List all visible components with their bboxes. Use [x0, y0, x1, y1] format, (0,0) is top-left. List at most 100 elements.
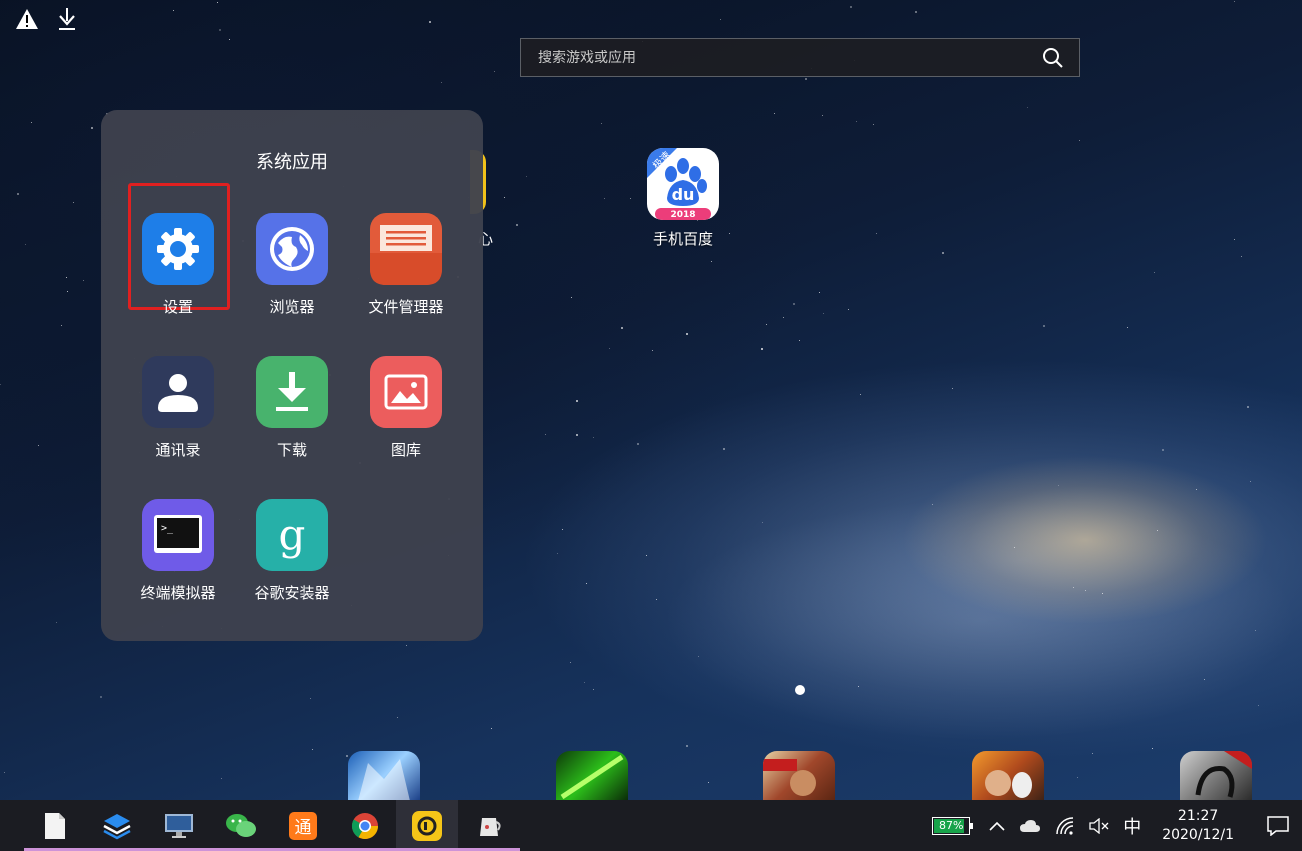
- stack-icon: [103, 813, 131, 839]
- star: [1250, 481, 1251, 482]
- star: [562, 529, 563, 530]
- dock-game-1[interactable]: [348, 751, 420, 801]
- taskbar: 通 87% 中 21:27 2020/12/1: [0, 800, 1302, 851]
- star: [1092, 753, 1093, 754]
- star: [942, 252, 944, 254]
- star: [312, 749, 313, 750]
- star: [576, 434, 578, 436]
- star: [915, 11, 917, 13]
- taskbar-app-chrome[interactable]: [334, 800, 396, 851]
- star: [873, 124, 874, 125]
- contact-icon: [142, 356, 214, 428]
- star: [1058, 485, 1059, 486]
- download-status-icon[interactable]: [54, 6, 80, 32]
- jug-icon: [480, 817, 501, 836]
- app-label: 谷歌安装器: [254, 584, 330, 602]
- app-google-installer[interactable]: g 谷歌安装器: [235, 499, 349, 603]
- warning-icon[interactable]: [14, 6, 40, 32]
- app-label: 终端模拟器: [140, 584, 216, 602]
- dock-game-3[interactable]: [763, 751, 835, 801]
- dock-game-2[interactable]: [556, 751, 628, 801]
- folder-title: 系统应用: [256, 152, 328, 173]
- star: [494, 71, 495, 72]
- app-label: 设置: [162, 298, 193, 316]
- star: [850, 6, 852, 8]
- star: [557, 553, 558, 554]
- star: [0, 384, 1, 385]
- cloud-icon[interactable]: [1019, 819, 1041, 833]
- star: [1234, 239, 1235, 240]
- star: [491, 728, 492, 729]
- wifi-icon[interactable]: [1055, 816, 1075, 835]
- app-file-manager[interactable]: 文件管理器: [349, 213, 463, 317]
- star: [1077, 777, 1078, 778]
- taskbar-app-jug[interactable]: [458, 800, 520, 851]
- star: [858, 686, 859, 687]
- app-settings[interactable]: 设置: [121, 213, 235, 317]
- dock-game-5[interactable]: [1180, 751, 1252, 801]
- app-browser[interactable]: 浏览器: [235, 213, 349, 317]
- star: [1043, 325, 1045, 327]
- star: [1102, 593, 1103, 594]
- app-label: 浏览器: [269, 298, 315, 316]
- wechat-icon: [226, 813, 256, 837]
- star: [637, 443, 639, 445]
- taskbar-app-wechat[interactable]: [210, 800, 272, 851]
- star: [38, 445, 39, 446]
- star: [621, 327, 623, 329]
- taskbar-app-tong[interactable]: 通: [272, 800, 334, 851]
- speaker-muted-icon[interactable]: [1089, 817, 1109, 834]
- ime-indicator[interactable]: 中: [1123, 813, 1141, 839]
- page-indicator[interactable]: [795, 685, 805, 695]
- computer-icon: [165, 813, 193, 838]
- system-tray: 87% 中 21:27 2020/12/1: [932, 800, 1302, 851]
- search-bar[interactable]: [520, 38, 1080, 77]
- folder-icon: [370, 213, 442, 285]
- tong-icon: 通: [289, 811, 317, 840]
- star: [1247, 406, 1249, 408]
- clock[interactable]: 21:27 2020/12/1: [1162, 808, 1234, 843]
- star: [570, 662, 571, 663]
- star: [586, 583, 587, 584]
- google-installer-glyph: g: [279, 510, 306, 559]
- star: [17, 193, 19, 195]
- star: [504, 197, 505, 198]
- star: [516, 224, 518, 226]
- taskbar-app-ldplayer[interactable]: [396, 800, 458, 851]
- star: [1014, 547, 1015, 548]
- desktop-app-baidu[interactable]: 极速 du 2018 手机百度: [628, 148, 738, 249]
- app-downloads[interactable]: 下载: [235, 356, 349, 460]
- search-icon[interactable]: [1041, 46, 1065, 70]
- search-input[interactable]: [538, 49, 1041, 66]
- notification-icon[interactable]: [1254, 815, 1302, 836]
- star: [397, 717, 398, 718]
- app-terminal[interactable]: >_ 终端模拟器: [121, 499, 235, 603]
- app-label: 通讯录: [155, 441, 201, 459]
- star: [4, 772, 5, 773]
- app-gallery[interactable]: 图库: [349, 356, 463, 460]
- document-icon: [45, 812, 65, 839]
- star: [1079, 140, 1080, 141]
- star: [545, 434, 546, 435]
- star: [310, 698, 311, 699]
- star: [822, 115, 823, 116]
- star: [698, 656, 699, 657]
- taskbar-app-file[interactable]: [24, 800, 86, 851]
- dock-game-4[interactable]: [972, 751, 1044, 801]
- star: [31, 122, 32, 123]
- chevron-up-icon[interactable]: [989, 821, 1005, 831]
- star: [429, 21, 431, 23]
- star: [526, 176, 527, 177]
- star: [805, 78, 807, 80]
- star: [173, 10, 174, 11]
- app-contacts[interactable]: 通讯录: [121, 356, 235, 460]
- battery-indicator[interactable]: 87%: [932, 816, 974, 835]
- star: [799, 340, 800, 341]
- star: [761, 348, 763, 350]
- star: [217, 2, 218, 3]
- star: [1027, 107, 1028, 108]
- taskbar-app-computer[interactable]: [148, 800, 210, 851]
- star: [1241, 256, 1242, 257]
- taskbar-app-stack[interactable]: [86, 800, 148, 851]
- star: [652, 350, 653, 351]
